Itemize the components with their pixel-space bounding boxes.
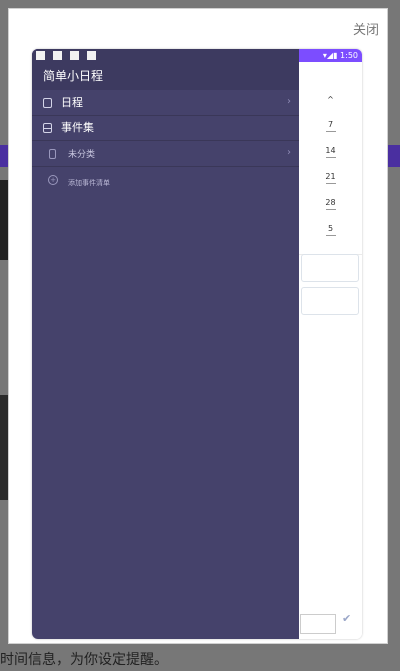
calendar-collapse-icon[interactable]: ^ <box>299 94 362 106</box>
status-bar-right: ▾◢▮ 1:50 <box>323 49 358 62</box>
background-image-strip <box>0 180 8 260</box>
calendar-date[interactable]: 7 <box>299 119 362 132</box>
drawer-item-label: 日程 <box>61 96 83 109</box>
image-lightbox: 关闭 ▾◢▮ 1:50 ^ 7 14 21 28 5 ✔ 简单小日程 日程 › … <box>8 8 388 644</box>
event-card[interactable] <box>301 254 359 282</box>
notification-icon <box>87 51 97 60</box>
calendar-week-column: ^ 7 14 21 28 5 <box>299 89 362 249</box>
drawer-item-label: 未分类 <box>68 150 96 160</box>
notification-icon <box>36 51 45 60</box>
notification-icons <box>36 51 99 60</box>
background-caption: 时间信息，为你设定提醒。 <box>0 652 168 668</box>
navigation-drawer: 简单小日程 日程 › 事件集 未分类 › + 添加事件清单 <box>32 49 299 639</box>
chevron-right-icon: › <box>287 96 291 107</box>
close-button[interactable]: 关闭 <box>353 19 379 38</box>
status-time: 1:50 <box>340 51 358 60</box>
drawer-status-bar <box>32 49 299 62</box>
drawer-item-schedule[interactable]: 日程 › <box>32 92 299 116</box>
notification-icon <box>53 51 63 60</box>
background-accent-bar-right <box>388 145 400 167</box>
chevron-right-icon: › <box>287 147 291 158</box>
event-card[interactable] <box>301 287 359 315</box>
background-image-strip <box>0 395 8 500</box>
add-circle-icon: + <box>48 175 58 185</box>
folder-icon <box>43 123 52 133</box>
event-input[interactable] <box>300 614 336 634</box>
calendar-date[interactable]: 28 <box>299 197 362 210</box>
drawer-item-event-sets[interactable]: 事件集 <box>32 117 299 141</box>
calendar-date[interactable]: 14 <box>299 145 362 158</box>
drawer-item-uncategorized[interactable]: 未分类 › <box>32 143 299 167</box>
drawer-header: 简单小日程 <box>32 62 299 90</box>
play-icon <box>70 51 80 60</box>
calendar-date[interactable]: 5 <box>299 223 362 236</box>
signal-icons: ▾◢▮ <box>322 51 338 60</box>
document-icon <box>49 149 56 159</box>
calendar-date[interactable]: 21 <box>299 171 362 184</box>
drawer-item-label: 事件集 <box>61 121 94 134</box>
background-accent-bar <box>0 145 8 167</box>
phone-screenshot: ▾◢▮ 1:50 ^ 7 14 21 28 5 ✔ 简单小日程 日程 › 事件集… <box>32 49 362 639</box>
drawer-item-label: 添加事件清单 <box>68 179 110 187</box>
confirm-check-icon[interactable]: ✔ <box>342 612 351 625</box>
app-title: 简单小日程 <box>43 69 104 83</box>
calendar-icon <box>43 98 52 108</box>
drawer-item-add-list[interactable]: + 添加事件清单 <box>32 169 299 193</box>
